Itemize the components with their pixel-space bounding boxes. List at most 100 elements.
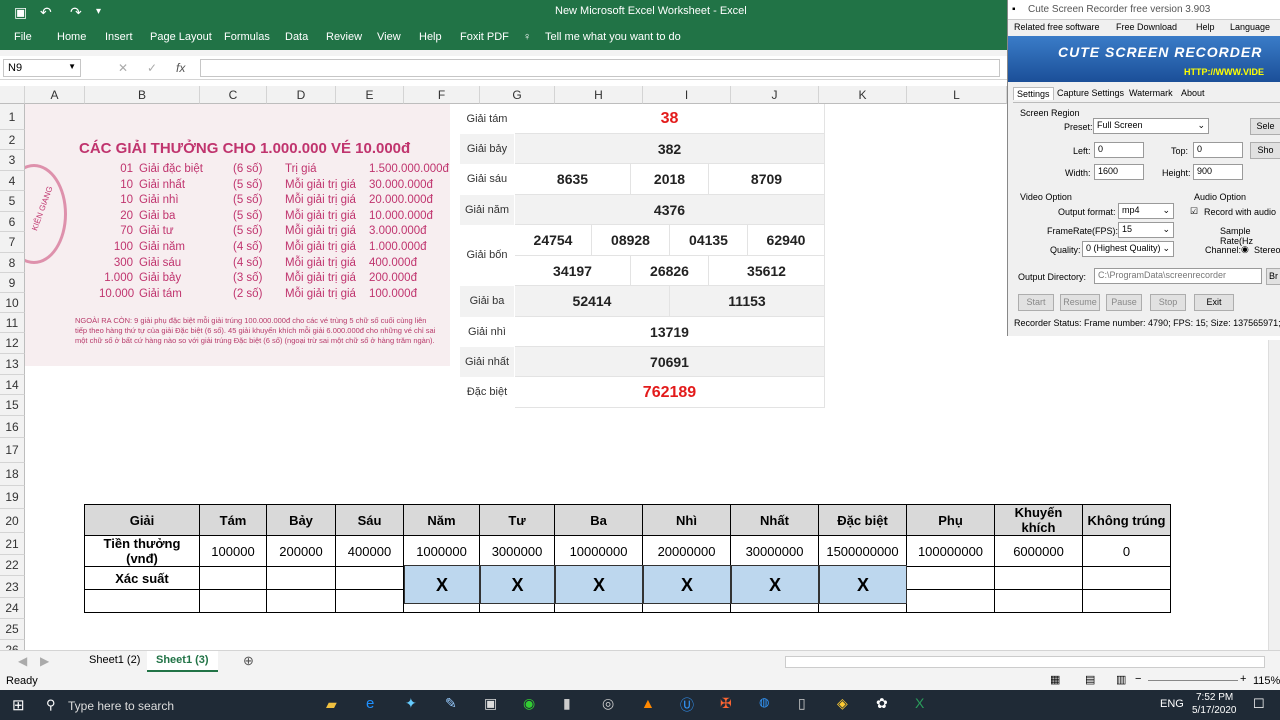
prize-amount-cell[interactable]: 1500000000 <box>818 535 907 567</box>
prize-probability-cell[interactable]: Xác suất <box>84 566 200 590</box>
col-header-i[interactable]: I <box>643 86 731 104</box>
row-header[interactable]: 11 <box>0 313 25 333</box>
row-header[interactable]: 17 <box>0 438 25 463</box>
x-cell[interactable]: X <box>555 565 643 604</box>
col-header-f[interactable]: F <box>404 86 480 104</box>
page-break-icon[interactable]: ▥ <box>1116 673 1126 686</box>
x-cell[interactable]: X <box>731 565 819 604</box>
row-header[interactable]: 18 <box>0 463 25 486</box>
row-header[interactable]: 24 <box>0 598 25 619</box>
prize-probability-cell[interactable] <box>266 566 336 590</box>
excel-taskbar-icon[interactable]: X <box>915 695 924 711</box>
output-format-select[interactable]: mp4 ⌄ <box>1118 203 1174 219</box>
record-audio-checkbox[interactable]: ☑ <box>1190 206 1198 217</box>
tell-me-box[interactable]: Tell me what you want to do <box>545 31 681 43</box>
tab-data[interactable]: Data <box>285 31 308 43</box>
zoom-slider[interactable] <box>1148 680 1238 681</box>
prize-probability-cell[interactable] <box>1082 566 1171 590</box>
recorder-tab-about[interactable]: About <box>1181 88 1205 98</box>
file-explorer-icon[interactable]: ▰ <box>326 696 337 713</box>
row-header[interactable]: 2 <box>0 130 25 150</box>
store-icon[interactable]: ▣ <box>484 695 497 712</box>
prize-empty-cell[interactable] <box>335 589 404 613</box>
prize-probability-cell[interactable] <box>906 566 995 590</box>
row-header[interactable]: 5 <box>0 191 25 212</box>
recorder-tab-watermark[interactable]: Watermark <box>1129 88 1173 98</box>
taskbar-search[interactable]: Type here to search <box>68 699 174 713</box>
vertical-scrollbar[interactable] <box>1268 340 1280 650</box>
tab-view[interactable]: View <box>377 31 401 43</box>
stereo-radio[interactable]: ◉ <box>1241 244 1249 255</box>
menu-help[interactable]: Help <box>1196 22 1215 32</box>
tab-help[interactable]: Help <box>419 31 442 43</box>
prize-amount-cell[interactable]: 400000 <box>335 535 404 567</box>
insert-function-icon[interactable]: fx <box>176 61 185 75</box>
recorder-tab-settings[interactable]: Settings <box>1013 87 1054 100</box>
row-header[interactable]: 23 <box>0 576 25 598</box>
x-cell[interactable]: X <box>643 565 731 604</box>
row-header[interactable]: 20 <box>0 509 25 533</box>
tab-foxit-pdf[interactable]: Foxit PDF <box>460 31 509 43</box>
tab-home[interactable]: Home <box>57 31 86 43</box>
cancel-icon[interactable]: ✕ <box>118 61 128 75</box>
prize-amount-cell[interactable]: Tiền thưởng (vnđ) <box>84 535 200 567</box>
sheet-tab-2[interactable]: Sheet1 (3) <box>147 651 218 672</box>
sheet-tab-1[interactable]: Sheet1 (2) <box>80 651 149 672</box>
clock-time[interactable]: 7:52 PM <box>1196 692 1233 703</box>
col-header-g[interactable]: G <box>480 86 555 104</box>
prize-amount-cell[interactable]: 10000000 <box>554 535 643 567</box>
preset-select[interactable]: Full Screen ⌄ <box>1093 118 1209 134</box>
prize-empty-cell[interactable] <box>84 589 200 613</box>
row-header[interactable]: 25 <box>0 619 25 640</box>
select-region-button[interactable]: Sele <box>1250 118 1280 135</box>
prize-amount-cell[interactable]: 200000 <box>266 535 336 567</box>
col-header-b[interactable]: B <box>85 86 200 104</box>
row-header[interactable]: 1 <box>0 104 25 130</box>
resume-button[interactable]: Resume <box>1060 294 1100 311</box>
row-header[interactable]: 9 <box>0 273 25 293</box>
row-header[interactable]: 21 <box>0 533 25 555</box>
prize-amount-cell[interactable]: 20000000 <box>642 535 731 567</box>
prize-amount-cell[interactable]: 3000000 <box>479 535 555 567</box>
col-header-k[interactable]: K <box>819 86 907 104</box>
col-header-a[interactable]: A <box>25 86 85 104</box>
row-header[interactable]: 16 <box>0 416 25 438</box>
prize-amount-cell[interactable]: 30000000 <box>730 535 819 567</box>
app-icon-7[interactable]: Ⓤ <box>680 695 694 715</box>
zalo-icon[interactable]: ◍ <box>759 695 769 709</box>
col-header-h[interactable]: H <box>555 86 643 104</box>
horizontal-scrollbar[interactable] <box>785 656 1265 668</box>
prize-empty-cell[interactable] <box>906 589 995 613</box>
enter-icon[interactable]: ✓ <box>147 61 157 75</box>
prize-amount-cell[interactable]: 0 <box>1082 535 1171 567</box>
app-icon-5[interactable]: ◎ <box>602 695 614 712</box>
tab-formulas[interactable]: Formulas <box>224 31 270 43</box>
language-indicator[interactable]: ENG <box>1160 698 1184 710</box>
row-header[interactable]: 14 <box>0 375 25 395</box>
app-icon-3[interactable]: ◉ <box>523 695 535 712</box>
height-input[interactable]: 900 <box>1193 164 1243 180</box>
top-input[interactable]: 0 <box>1193 142 1243 158</box>
menu-related-software[interactable]: Related free software <box>1014 22 1100 32</box>
redo-icon[interactable]: ↷ <box>70 4 82 21</box>
col-header-d[interactable]: D <box>267 86 336 104</box>
zoom-level[interactable]: 115% <box>1253 675 1280 687</box>
row-header[interactable]: 6 <box>0 212 25 232</box>
tab-page-layout[interactable]: Page Layout <box>150 31 212 43</box>
app-icon-2[interactable]: ✎ <box>445 695 457 712</box>
show-region-button[interactable]: Sho <box>1250 142 1280 159</box>
clock-date[interactable]: 5/17/2020 <box>1192 705 1237 716</box>
zoom-in-icon[interactable]: + <box>1240 673 1246 685</box>
fps-select[interactable]: 15 ⌄ <box>1118 222 1174 238</box>
prize-empty-cell[interactable] <box>266 589 336 613</box>
quality-select[interactable]: 0 (Highest Quality) ⌄ <box>1082 241 1174 257</box>
normal-view-icon[interactable]: ▦ <box>1050 673 1060 686</box>
prize-probability-cell[interactable] <box>335 566 404 590</box>
prize-empty-cell[interactable] <box>199 589 267 613</box>
prize-probability-cell[interactable] <box>199 566 267 590</box>
add-sheet-icon[interactable]: ⊕ <box>243 653 254 669</box>
prize-empty-cell[interactable] <box>994 589 1083 613</box>
row-header[interactable]: 12 <box>0 333 25 354</box>
row-header[interactable]: 8 <box>0 253 25 273</box>
ticket-image[interactable]: CÁC GIẢI THƯỞNG CHO 1.000.000 VÉ 10.000đ… <box>25 104 450 366</box>
